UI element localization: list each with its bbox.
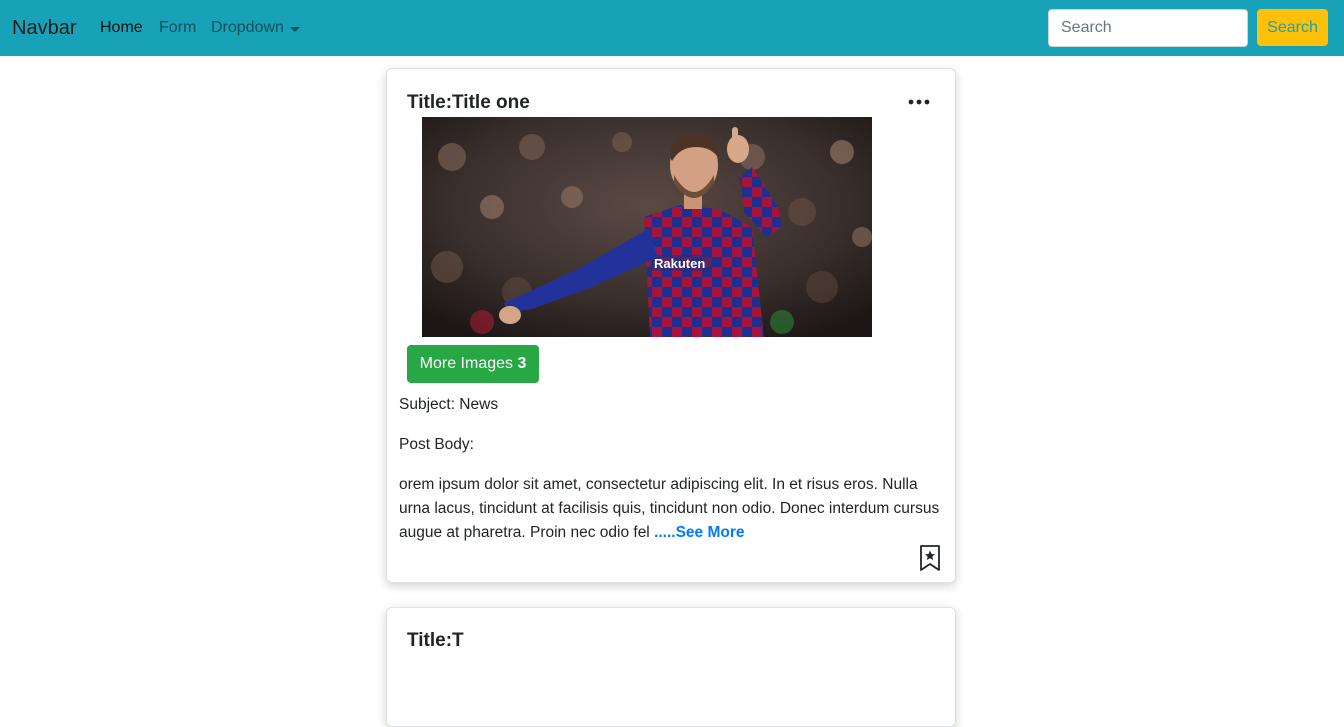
ellipsis-icon[interactable] bbox=[905, 91, 933, 113]
post-image[interactable]: Rakuten bbox=[422, 117, 872, 337]
post-body-label: Post Body: bbox=[399, 436, 474, 453]
navbar-brand[interactable]: Navbar bbox=[12, 16, 76, 40]
see-more-link[interactable]: .....See More bbox=[654, 524, 744, 541]
nav-dropdown-toggle[interactable]: Dropdown bbox=[211, 19, 300, 37]
post-title: Title:Title one bbox=[407, 92, 530, 113]
post-body-text: orem ipsum dolor sit amet, consectetur a… bbox=[399, 473, 943, 545]
search-input[interactable] bbox=[1048, 9, 1248, 47]
post-card: Title:Title one Rakuten More Images 3 Su… bbox=[386, 68, 956, 583]
more-images-label: More Images bbox=[419, 355, 518, 372]
post-photo-illustration: Rakuten bbox=[422, 117, 872, 337]
nav-dropdown-label: Dropdown bbox=[211, 19, 284, 36]
chevron-down-icon bbox=[289, 26, 300, 32]
more-images-button[interactable]: More Images 3 bbox=[407, 345, 539, 383]
nav-link-home[interactable]: Home bbox=[100, 19, 143, 37]
post-subject: Subject: News bbox=[399, 396, 499, 413]
navbar: Navbar Home Form Dropdown Search bbox=[0, 0, 1344, 56]
more-images-count: 3 bbox=[517, 355, 527, 372]
post-title: Title:T bbox=[407, 630, 464, 651]
svg-text:Rakuten: Rakuten bbox=[654, 256, 705, 271]
post-card: Title:T bbox=[386, 607, 956, 727]
nav-link-form[interactable]: Form bbox=[159, 19, 196, 37]
search-button[interactable]: Search bbox=[1257, 9, 1328, 46]
bookmark-star-icon[interactable] bbox=[919, 544, 941, 572]
